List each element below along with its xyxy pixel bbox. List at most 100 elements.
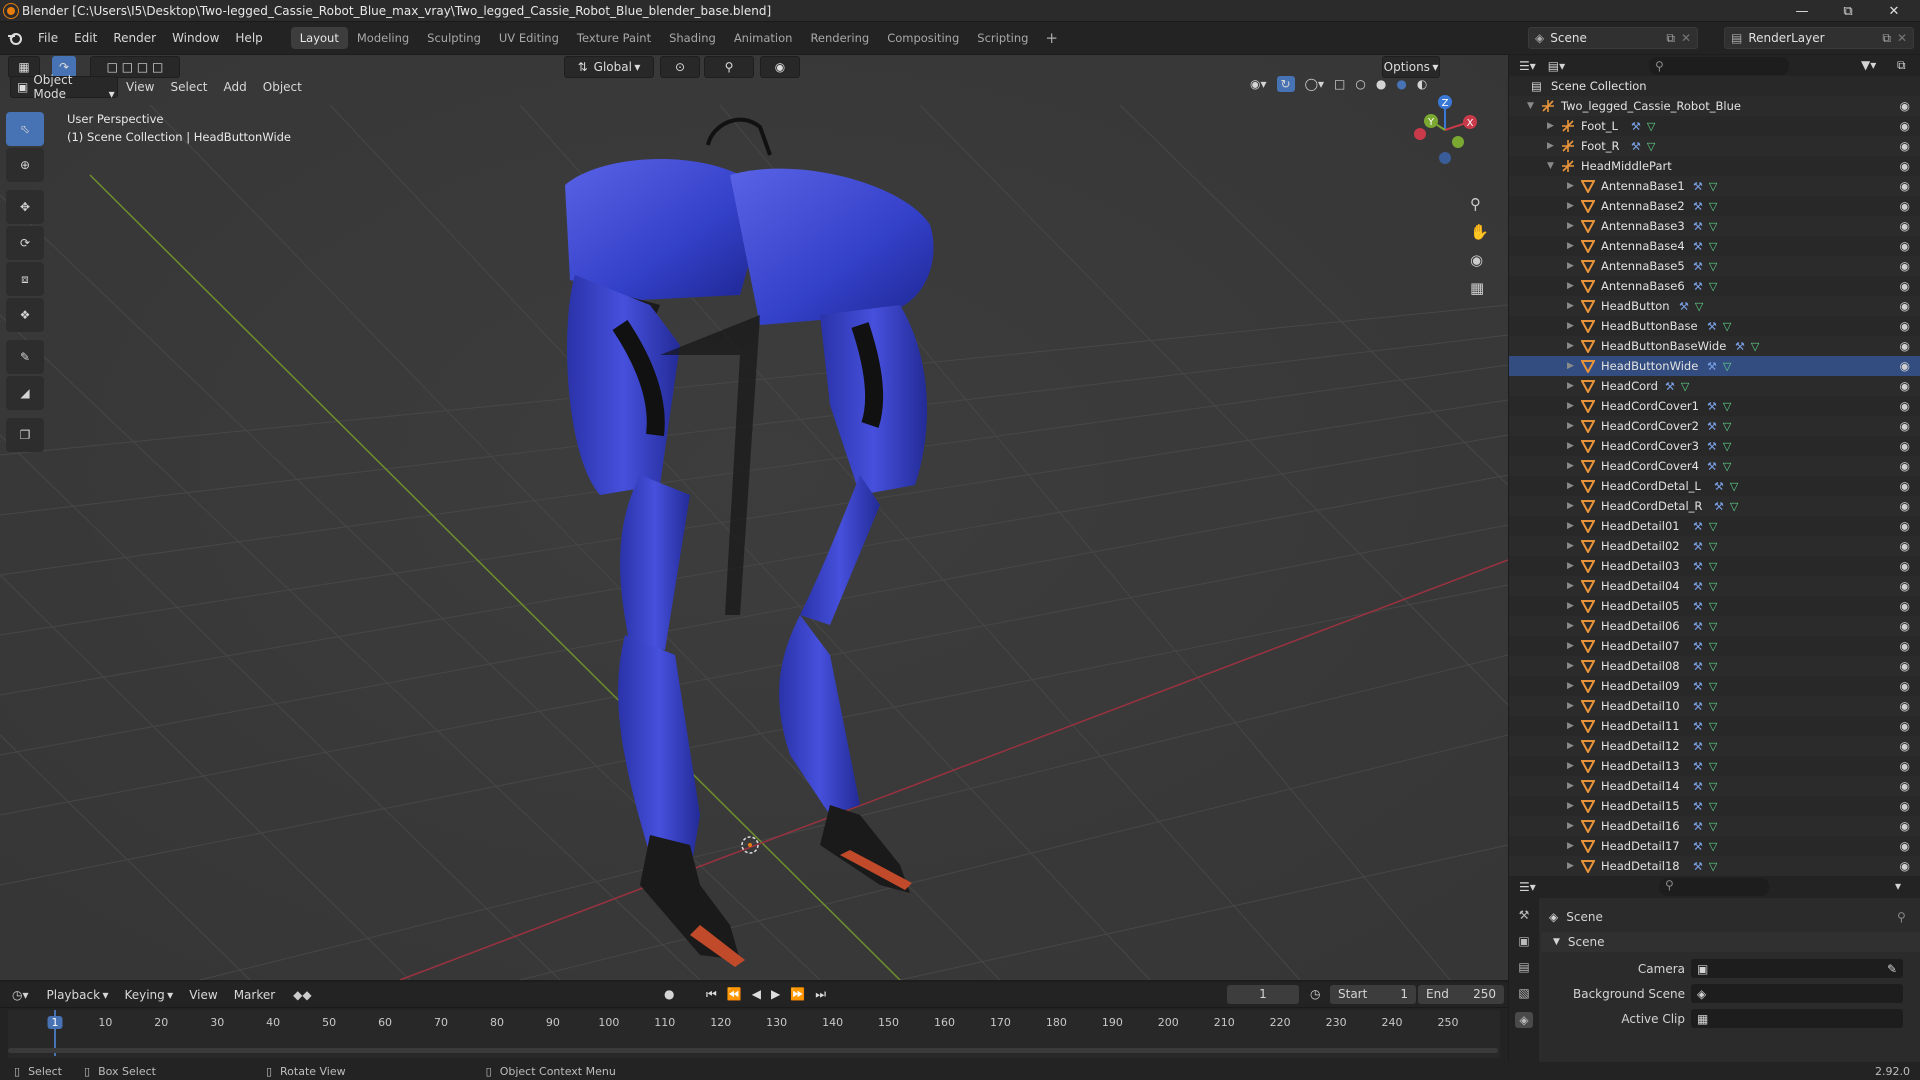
modifier-wrench-icon[interactable]: ⚒ — [1693, 520, 1703, 533]
pan-hand-icon[interactable]: ✋ — [1470, 223, 1489, 241]
expand-down-icon[interactable]: ▼ — [1527, 101, 1537, 111]
visibility-eye-icon[interactable]: ◉ — [1900, 359, 1910, 373]
mesh-data-icon[interactable]: ▽ — [1709, 260, 1717, 273]
camera-view-icon[interactable]: ◉ — [1470, 251, 1489, 269]
mesh-data-icon[interactable]: ▽ — [1709, 600, 1717, 613]
outliner-row[interactable]: ▶ HeadDetail17 ⚒ ▽ ◉ — [1509, 836, 1920, 856]
visibility-eye-icon[interactable]: ◉ — [1900, 139, 1910, 153]
move-icon[interactable]: ✥ — [6, 190, 44, 224]
expand-right-icon[interactable]: ▶ — [1567, 281, 1577, 291]
mesh-data-icon[interactable]: ▽ — [1709, 560, 1717, 573]
outliner-row[interactable]: ▶ HeadDetail12 ⚒ ▽ ◉ — [1509, 736, 1920, 756]
expand-right-icon[interactable]: ▶ — [1567, 761, 1577, 771]
timeline-menu-keying[interactable]: Keying ▾ — [116, 988, 181, 1002]
visibility-eye-icon[interactable]: ◉ — [1900, 639, 1910, 653]
expand-down-icon[interactable]: ▼ — [1547, 161, 1557, 171]
expand-right-icon[interactable]: ▶ — [1547, 141, 1557, 151]
mesh-data-icon[interactable]: ▽ — [1647, 140, 1655, 153]
visibility-eye-icon[interactable]: ◉ — [1900, 319, 1910, 333]
outliner-row[interactable]: ▶ HeadDetail09 ⚒ ▽ ◉ — [1509, 676, 1920, 696]
tab-layout[interactable]: Layout — [290, 27, 348, 49]
mesh-data-icon[interactable]: ▽ — [1709, 860, 1717, 873]
visibility-eye-icon[interactable]: ◉ — [1900, 799, 1910, 813]
xray-icon[interactable]: □ — [1334, 77, 1345, 91]
outliner-row[interactable]: ▶ HeadCordCover3 ⚒ ▽ ◉ — [1509, 436, 1920, 456]
keyframe-icon[interactable]: ◆◆ — [293, 988, 311, 1002]
scene-collection-row[interactable]: ▤ Scene Collection — [1509, 76, 1920, 96]
measure-icon[interactable]: ◢ — [6, 376, 44, 410]
modifier-wrench-icon[interactable]: ⚒ — [1707, 420, 1717, 433]
visibility-eye-icon[interactable]: ◉ — [1900, 379, 1910, 393]
close-icon[interactable]: ✕ — [1897, 31, 1907, 45]
visibility-eye-icon[interactable]: ◉ — [1900, 539, 1910, 553]
outliner-row[interactable]: ▶ HeadDetail04 ⚒ ▽ ◉ — [1509, 576, 1920, 596]
expand-right-icon[interactable]: ▶ — [1567, 461, 1577, 471]
visibility-eye-icon[interactable]: ◉ — [1900, 479, 1910, 493]
mesh-data-icon[interactable]: ▽ — [1709, 540, 1717, 553]
overlay-icon[interactable]: ◯▾ — [1305, 77, 1324, 91]
outliner-row[interactable]: ▶ HeadDetail14 ⚒ ▽ ◉ — [1509, 776, 1920, 796]
properties-search-input[interactable]: ⚲ — [1659, 878, 1769, 896]
visibility-eye-icon[interactable]: ◉ — [1900, 99, 1910, 113]
visibility-eye-icon[interactable]: ◉ — [1900, 259, 1910, 273]
mesh-data-icon[interactable]: ▽ — [1709, 780, 1717, 793]
play-reverse-icon[interactable]: ◀ — [752, 987, 761, 1002]
modifier-wrench-icon[interactable]: ⚒ — [1693, 680, 1703, 693]
modifier-wrench-icon[interactable]: ⚒ — [1693, 840, 1703, 853]
outliner-row[interactable]: ▶ HeadCordCover4 ⚒ ▽ ◉ — [1509, 456, 1920, 476]
modifier-wrench-icon[interactable]: ⚒ — [1693, 600, 1703, 613]
outliner-row[interactable]: ▶ HeadButton ⚒ ▽ ◉ — [1509, 296, 1920, 316]
outliner-row[interactable]: ▶ HeadButtonBaseWide ⚒ ▽ ◉ — [1509, 336, 1920, 356]
expand-right-icon[interactable]: ▶ — [1567, 641, 1577, 651]
expand-right-icon[interactable]: ▶ — [1567, 201, 1577, 211]
expand-right-icon[interactable]: ▶ — [1567, 261, 1577, 271]
mesh-data-icon[interactable]: ▽ — [1730, 500, 1738, 513]
tab-rendering[interactable]: Rendering — [801, 27, 878, 49]
mesh-data-icon[interactable]: ▽ — [1647, 120, 1655, 133]
mesh-data-icon[interactable]: ▽ — [1709, 640, 1717, 653]
prev-keyframe-icon[interactable]: ⏪ — [727, 987, 742, 1002]
modifier-wrench-icon[interactable]: ⚒ — [1714, 500, 1724, 513]
modifier-wrench-icon[interactable]: ⚒ — [1693, 220, 1703, 233]
modifier-wrench-icon[interactable]: ⚒ — [1707, 400, 1717, 413]
mesh-data-icon[interactable]: ▽ — [1709, 680, 1717, 693]
expand-right-icon[interactable]: ▶ — [1567, 561, 1577, 571]
modifier-wrench-icon[interactable]: ⚒ — [1693, 540, 1703, 553]
scene-selector[interactable]: ◈ Scene ⧉ ✕ — [1528, 27, 1698, 49]
outliner-row[interactable]: ▶ HeadDetail02 ⚒ ▽ ◉ — [1509, 536, 1920, 556]
visibility-eye-icon[interactable]: ◉ — [1900, 679, 1910, 693]
navigation-gizmo[interactable]: Z X Y — [1405, 90, 1485, 170]
mesh-data-icon[interactable]: ▽ — [1709, 720, 1717, 733]
modifier-wrench-icon[interactable]: ⚒ — [1693, 580, 1703, 593]
properties-options-icon[interactable]: ▾ — [1895, 879, 1901, 893]
mesh-data-icon[interactable]: ▽ — [1709, 520, 1717, 533]
jump-end-icon[interactable]: ⏭ — [815, 987, 826, 1002]
modifier-wrench-icon[interactable]: ⚒ — [1693, 240, 1703, 253]
modifier-wrench-icon[interactable]: ⚒ — [1693, 620, 1703, 633]
visibility-eye-icon[interactable]: ◉ — [1900, 179, 1910, 193]
visibility-eye-icon[interactable]: ◉ — [1900, 719, 1910, 733]
copy-icon[interactable]: ⧉ — [1882, 31, 1891, 46]
background-scene-field[interactable]: ◈ — [1691, 984, 1903, 1003]
outliner-row[interactable]: ▶ HeadCordCover1 ⚒ ▽ ◉ — [1509, 396, 1920, 416]
viewport-menu-select[interactable]: Select — [162, 80, 215, 94]
minimize-icon[interactable]: — — [1780, 0, 1824, 22]
outliner-row[interactable]: ▶ AntennaBase6 ⚒ ▽ ◉ — [1509, 276, 1920, 296]
expand-right-icon[interactable]: ▶ — [1567, 541, 1577, 551]
outliner-row[interactable]: ▶ HeadDetail07 ⚒ ▽ ◉ — [1509, 636, 1920, 656]
properties-editor-type-icon[interactable]: ☰▾ — [1519, 880, 1536, 894]
outliner-row[interactable]: ▶ HeadDetail05 ⚒ ▽ ◉ — [1509, 596, 1920, 616]
cursor-icon[interactable]: ⊕ — [6, 148, 44, 182]
pin-icon[interactable]: ⚲ — [1897, 910, 1906, 924]
auto-key-record-icon[interactable]: ● — [664, 987, 674, 1001]
mesh-data-icon[interactable]: ▽ — [1709, 200, 1717, 213]
current-frame-field[interactable]: 1 — [1227, 985, 1299, 1004]
modifier-wrench-icon[interactable]: ⚒ — [1693, 740, 1703, 753]
modifier-wrench-icon[interactable]: ⚒ — [1693, 820, 1703, 833]
mesh-data-icon[interactable]: ▽ — [1751, 340, 1759, 353]
expand-right-icon[interactable]: ▶ — [1567, 841, 1577, 851]
mesh-data-icon[interactable]: ▽ — [1709, 820, 1717, 833]
outliner-row[interactable]: ▶ HeadCordDetal_L ⚒ ▽ ◉ — [1509, 476, 1920, 496]
rendered-shading-icon[interactable]: ◐ — [1417, 77, 1427, 91]
modifier-wrench-icon[interactable]: ⚒ — [1665, 380, 1675, 393]
